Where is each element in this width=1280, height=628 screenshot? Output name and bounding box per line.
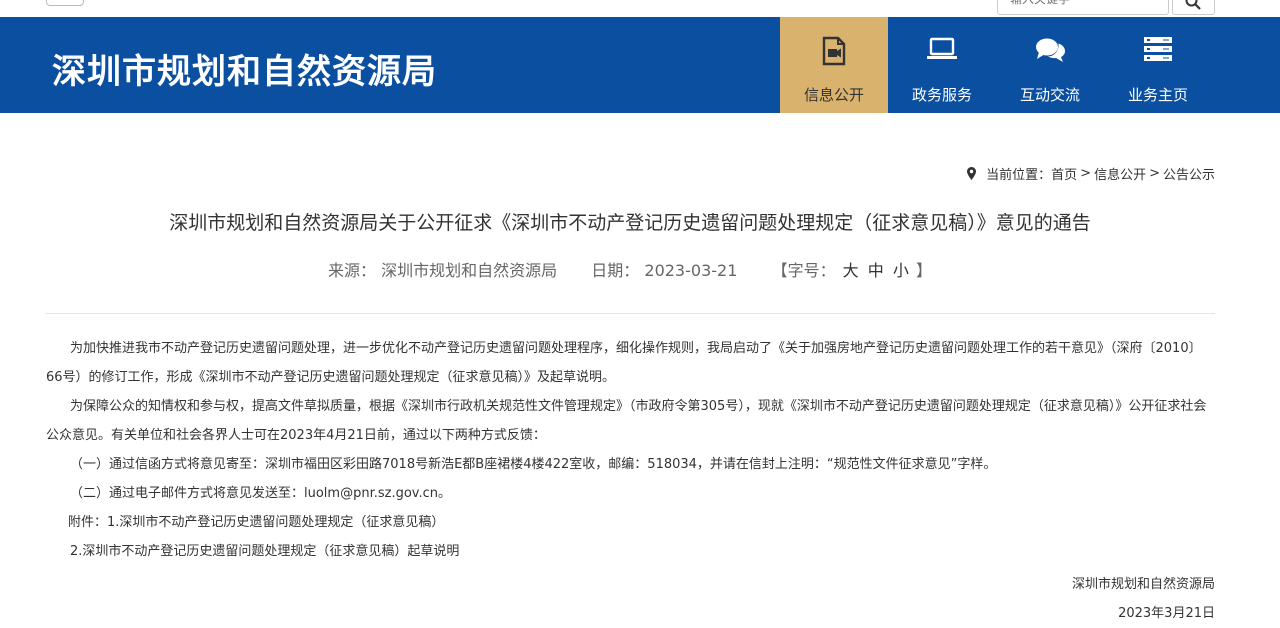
document-icon: [822, 36, 846, 66]
article-body: 为加快推进我市不动产登记历史遗留问题处理，进一步优化不动产登记历史遗留问题处理程…: [46, 334, 1215, 628]
breadcrumb-home[interactable]: 首页: [1051, 164, 1077, 183]
font-size-label: 【字号：: [771, 261, 836, 280]
nav-label: 信息公开: [803, 86, 864, 104]
date-label: 日期：: [591, 261, 640, 280]
font-size-small[interactable]: 小: [893, 257, 909, 281]
nav-label: 互动交流: [1019, 86, 1080, 104]
main-nav: 信息公开 政务服务 互动交流 业务主页: [780, 17, 1212, 113]
search-box[interactable]: [997, 0, 1169, 15]
breadcrumb-separator: >: [1080, 166, 1092, 181]
breadcrumb-info-disclosure[interactable]: 信息公开: [1094, 164, 1146, 183]
font-size-close: 】: [916, 261, 933, 280]
laptop-icon: [927, 37, 957, 59]
article-meta: 来源： 深圳市规划和自然资源局 日期： 2023-03-21 【字号： 大 中 …: [0, 257, 1260, 281]
breadcrumb-separator: >: [1149, 166, 1160, 181]
signature-date: 2023年3月21日: [1118, 606, 1215, 621]
source-value: 深圳市规划和自然资源局: [381, 261, 558, 280]
source-label: 来源：: [327, 261, 376, 280]
paragraph: 为加快推进我市不动产登记历史遗留问题处理，进一步优化不动产登记历史遗留问题处理程…: [46, 341, 1202, 385]
font-size-medium[interactable]: 中: [868, 257, 884, 281]
signature: 深圳市规划和自然资源局: [1071, 577, 1215, 592]
attachment-link[interactable]: 附件：1.深圳市不动产登记历史遗留问题处理规定（征求意见稿）: [46, 508, 1215, 537]
nav-item-government-services[interactable]: 政务服务: [888, 17, 996, 113]
breadcrumb-prefix: 当前位置：: [986, 168, 1052, 183]
breadcrumb-announcements[interactable]: 公告公示: [1163, 164, 1215, 183]
utility-pill-button[interactable]: [46, 0, 84, 6]
breadcrumb: 当前位置： 首页 > 信息公开 > 公告公示: [967, 164, 1215, 183]
divider: [46, 313, 1215, 314]
search-input[interactable]: [1008, 0, 1162, 7]
feedback-method: （二）通过电子邮件方式将意见发送至：luolm@pnr.sz.gov.cn。: [70, 486, 451, 501]
top-utility-bar: [0, 0, 1280, 17]
nav-item-info-disclosure[interactable]: 信息公开: [780, 17, 888, 113]
attachment-link[interactable]: 2.深圳市不动产登记历史遗留问题处理规定（征求意见稿）起草说明: [46, 537, 1215, 566]
date-value: 2023-03-21: [644, 261, 738, 280]
paragraph: 为保障公众的知情权和参与权，提高文件草拟质量，根据《深圳市行政机关规范性文件管理…: [46, 399, 1207, 443]
article-title: 深圳市规划和自然资源局关于公开征求《深圳市不动产登记历史遗留问题处理规定（征求意…: [169, 212, 1091, 234]
nav-item-business-home[interactable]: 业务主页: [1104, 17, 1212, 113]
search-icon: [1185, 0, 1201, 10]
search-button[interactable]: [1172, 0, 1215, 15]
chat-bubbles-icon: [1036, 38, 1065, 62]
location-pin-icon: [967, 167, 977, 180]
nav-item-interaction[interactable]: 互动交流: [996, 17, 1104, 113]
feedback-method: （一）通过信函方式将意见寄至：深圳市福田区彩田路7018号新浩E都B座裙楼4楼4…: [70, 457, 997, 472]
font-size-large[interactable]: 大: [843, 257, 859, 281]
nav-label: 业务主页: [1127, 86, 1188, 104]
site-header: 深圳市规划和自然资源局 信息公开 政务服务 互动交流 业务主页: [0, 17, 1280, 113]
site-title[interactable]: 深圳市规划和自然资源局: [52, 44, 437, 93]
server-icon: [1144, 37, 1172, 61]
nav-label: 政务服务: [911, 86, 972, 104]
